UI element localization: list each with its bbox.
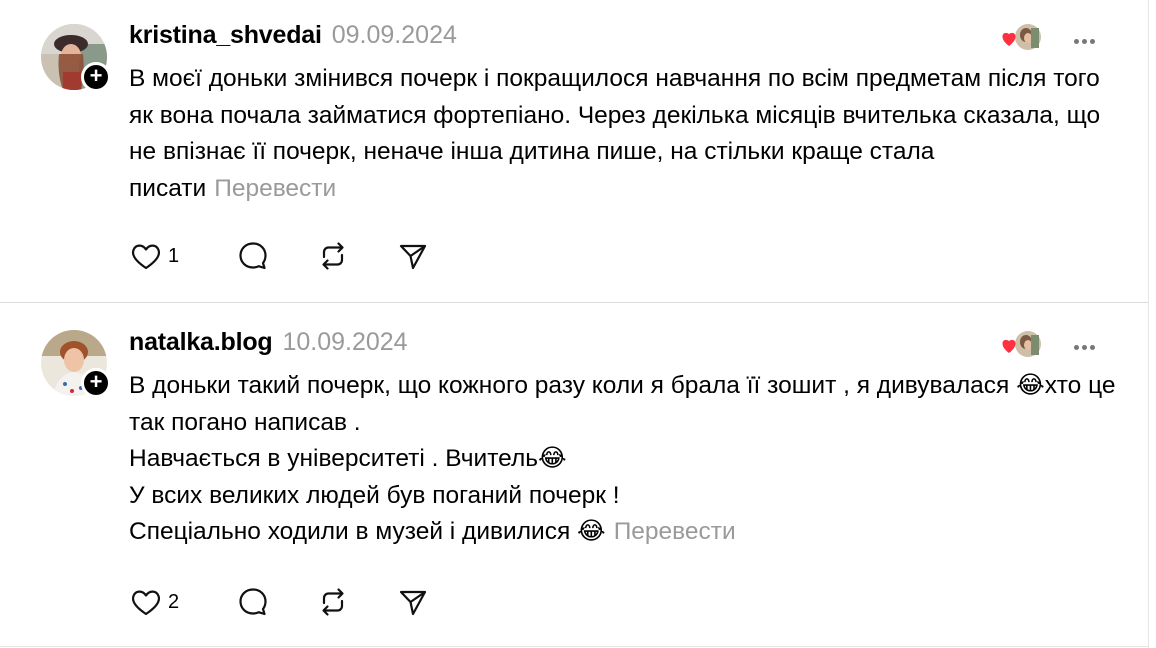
post-header: natalka.blog 10.09.2024 bbox=[129, 328, 408, 358]
post-text-block: В моєї доньки змінився почерк і покращил… bbox=[129, 61, 1129, 207]
reply-post: + natalka.blog 10.09.2024 В доньки такий… bbox=[0, 303, 1148, 648]
author-liked-indicator bbox=[1000, 329, 1044, 359]
action-bar: 1 bbox=[130, 238, 457, 274]
heart-icon bbox=[132, 590, 160, 616]
reply-button[interactable] bbox=[237, 586, 269, 618]
reply-post: + kristina_shvedai 09.09.2024 В моєї дон… bbox=[0, 0, 1148, 302]
post-header: kristina_shvedai 09.09.2024 bbox=[129, 21, 457, 51]
post-date[interactable]: 09.09.2024 bbox=[332, 21, 457, 50]
follow-button[interactable]: + bbox=[81, 368, 111, 398]
like-count: 2 bbox=[168, 590, 180, 613]
more-options-icon[interactable] bbox=[1074, 337, 1104, 351]
reply-button[interactable] bbox=[237, 240, 269, 272]
share-button[interactable] bbox=[397, 586, 429, 618]
comment-icon bbox=[239, 242, 267, 270]
repost-icon bbox=[322, 588, 344, 616]
like-button[interactable]: 1 bbox=[130, 241, 179, 271]
bottom-border bbox=[0, 646, 1148, 647]
translate-link[interactable]: Перевести bbox=[614, 518, 736, 545]
follow-button[interactable]: + bbox=[81, 62, 111, 92]
post-text-block: В доньки такий почерк, що кожного разу к… bbox=[129, 368, 1129, 551]
username[interactable]: natalka.blog bbox=[129, 328, 273, 357]
action-bar: 2 bbox=[130, 584, 457, 620]
right-border bbox=[1148, 0, 1149, 648]
share-button[interactable] bbox=[397, 240, 429, 272]
like-button[interactable]: 2 bbox=[130, 587, 179, 617]
send-icon bbox=[400, 244, 427, 270]
heart-icon bbox=[1002, 32, 1016, 46]
repost-button[interactable] bbox=[317, 586, 349, 618]
comment-icon bbox=[239, 588, 267, 616]
repost-button[interactable] bbox=[317, 240, 349, 272]
translate-link[interactable]: Перевести bbox=[214, 175, 336, 202]
more-options-icon[interactable] bbox=[1074, 31, 1104, 45]
heart-icon bbox=[1002, 339, 1016, 353]
username[interactable]: kristina_shvedai bbox=[129, 21, 322, 50]
like-count: 1 bbox=[168, 244, 180, 267]
post-date[interactable]: 10.09.2024 bbox=[282, 328, 407, 357]
author-liked-indicator bbox=[1000, 22, 1044, 52]
repost-icon bbox=[322, 242, 344, 270]
send-icon bbox=[400, 590, 427, 616]
heart-icon bbox=[132, 244, 160, 270]
